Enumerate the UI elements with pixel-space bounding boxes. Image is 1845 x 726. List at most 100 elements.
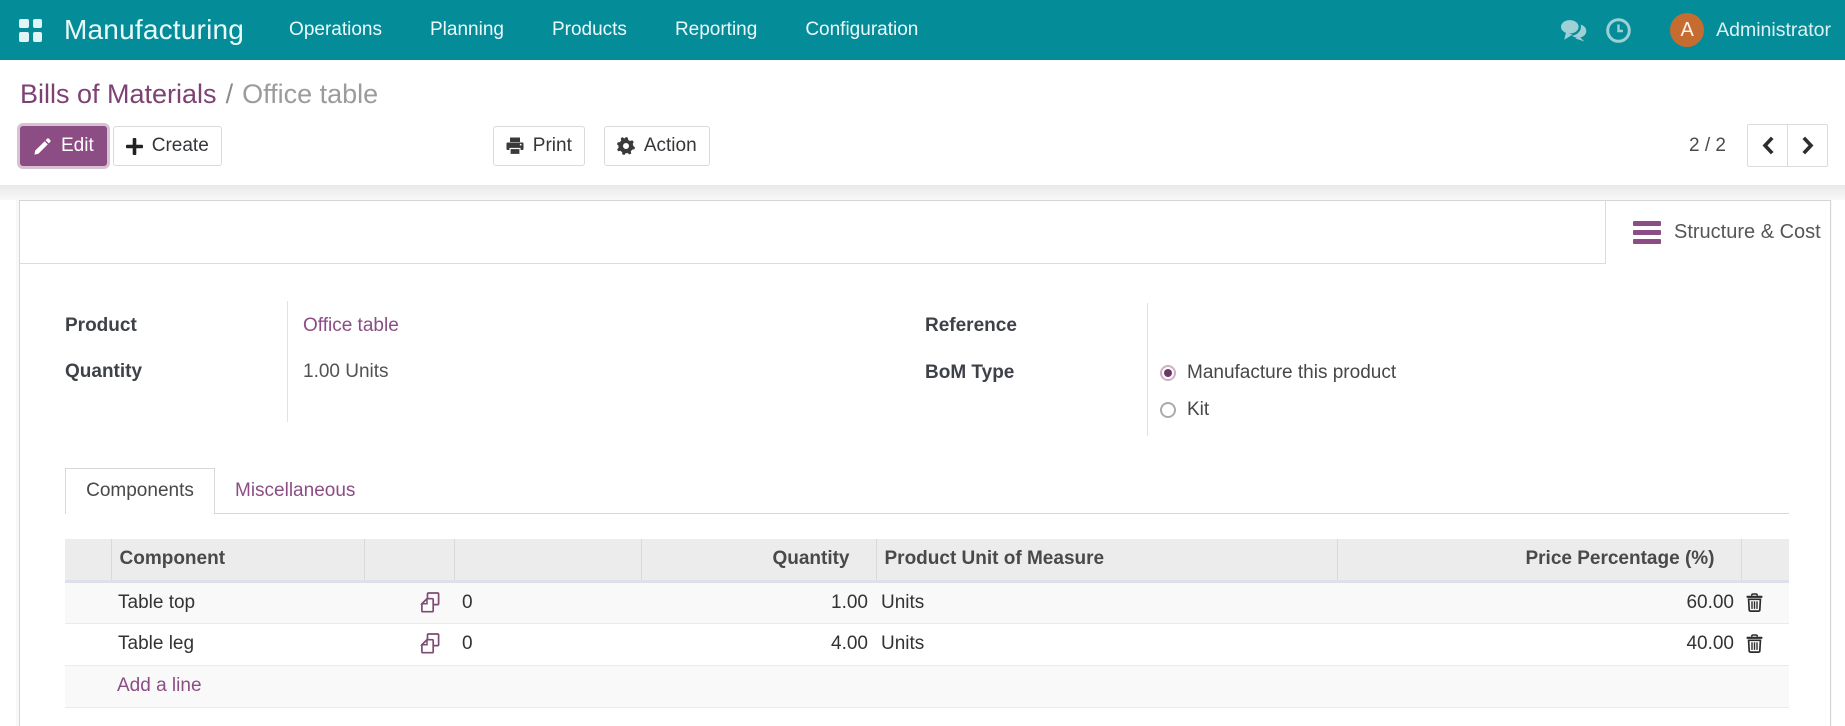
cell-handle [65, 581, 111, 624]
field-quantity: Quantity 1.00 Units [65, 349, 927, 395]
col-quantity[interactable]: Quantity [640, 539, 876, 583]
field-reference: Reference [925, 303, 1789, 349]
chat-bubbles-icon [1559, 17, 1587, 42]
notebook-tabs: Components Miscellaneous [65, 468, 1789, 514]
components-table: Component Quantity Product Unit of Measu… [65, 539, 1789, 708]
grid-square [19, 32, 29, 42]
trash-icon[interactable] [1746, 593, 1763, 612]
reference-label: Reference [925, 315, 1017, 336]
radio-manufacture[interactable]: Manufacture this product [1160, 354, 1396, 391]
col-operations [453, 539, 641, 583]
tab-miscellaneous[interactable]: Miscellaneous [215, 468, 375, 513]
cell-component[interactable]: Table top [111, 581, 364, 624]
pager-counter: 2 / 2 [1689, 135, 1726, 156]
table-header-row: Component Quantity Product Unit of Measu… [65, 539, 1789, 583]
create-button-label: Create [151, 135, 209, 156]
action-button[interactable]: Action [603, 126, 710, 166]
apps-menu-icon[interactable] [19, 18, 42, 42]
button-box: Structure & Cost [20, 201, 1830, 264]
add-line-link[interactable]: Add a line [65, 665, 1789, 708]
gear-icon [616, 137, 635, 155]
create-button[interactable]: Create [112, 126, 222, 166]
col-copy [363, 539, 454, 583]
bom-type-radio-group: Manufacture this product Kit [1147, 349, 1396, 428]
cell-quantity[interactable]: 1.00 [641, 581, 876, 624]
group-right: Reference BoM Type Manufacture this prod… [925, 303, 1789, 428]
plus-icon [125, 137, 143, 155]
cell-uom[interactable]: Units [876, 581, 1337, 624]
action-button-label: Action [643, 135, 697, 156]
print-button-label: Print [532, 135, 572, 156]
col-handle [65, 539, 111, 583]
cell-price[interactable]: 40.00 [1337, 623, 1741, 666]
content-top-shadow [0, 185, 1845, 200]
bom-type-label: BoM Type [925, 362, 1015, 383]
printer-icon [506, 137, 524, 155]
cell-delete [1741, 623, 1789, 666]
form-sheet: Structure & Cost Product Office table Qu… [19, 200, 1831, 726]
menu-configuration[interactable]: Configuration [781, 0, 942, 60]
quantity-value: 1.00 Units [303, 361, 389, 382]
cell-price[interactable]: 60.00 [1337, 581, 1741, 624]
bars-icon [1633, 221, 1661, 244]
cell-operations-count: 0 [454, 623, 641, 666]
breadcrumb-separator: / [225, 79, 234, 109]
radio-kit[interactable]: Kit [1160, 391, 1396, 428]
menu-planning[interactable]: Planning [406, 0, 528, 60]
col-uom[interactable]: Product Unit of Measure [875, 539, 1337, 583]
field-bom-type: BoM Type Manufacture this product Kit [925, 349, 1789, 428]
col-price[interactable]: Price Percentage (%) [1336, 539, 1741, 583]
group-left: Product Office table Quantity 1.00 Units [65, 303, 927, 395]
clock-icon [1606, 17, 1631, 43]
edit-button[interactable]: Edit [20, 126, 107, 166]
add-line-row: Add a line [65, 665, 1789, 708]
product-label: Product [65, 315, 137, 336]
grid-square [32, 32, 42, 42]
chevron-right-icon [1801, 136, 1813, 155]
copy-icon[interactable] [419, 633, 441, 655]
breadcrumb-parent[interactable]: Bills of Materials [20, 79, 217, 109]
table-row[interactable]: Table top 0 1.00 Units 60.00 [65, 581, 1789, 624]
menu-products[interactable]: Products [528, 0, 651, 60]
tab-components[interactable]: Components [65, 468, 215, 514]
structure-cost-label: Structure & Cost [1674, 221, 1821, 243]
cell-component[interactable]: Table leg [111, 623, 364, 666]
cell-operations-count: 0 [454, 581, 641, 624]
print-button[interactable]: Print [492, 126, 585, 166]
user-name[interactable]: Administrator [1716, 19, 1831, 42]
activities-clock-icon[interactable] [1606, 0, 1631, 60]
product-value[interactable]: Office table [287, 315, 399, 337]
cell-quantity[interactable]: 4.00 [641, 623, 876, 666]
trash-icon[interactable] [1746, 634, 1763, 654]
pager-previous-button[interactable] [1747, 124, 1787, 167]
systray: A Administrator [1559, 0, 1845, 60]
messages-icon[interactable] [1559, 0, 1587, 60]
cell-delete [1741, 581, 1789, 624]
control-panel-buttons: Edit Create Print Action [20, 126, 710, 166]
grid-square [19, 18, 29, 28]
copy-icon[interactable] [419, 592, 441, 613]
bar [1633, 239, 1661, 244]
app-name[interactable]: Manufacturing [64, 14, 244, 46]
menu-reporting[interactable]: Reporting [651, 0, 781, 60]
col-component[interactable]: Component [110, 539, 364, 583]
bar [1633, 221, 1661, 226]
chevron-left-icon [1762, 136, 1774, 155]
cell-uom[interactable]: Units [876, 623, 1337, 666]
cell-copy [364, 623, 454, 666]
table-row[interactable]: Table leg 0 4.00 Units 40.00 [65, 623, 1789, 666]
bar [1633, 230, 1661, 235]
grid-square [32, 18, 42, 28]
breadcrumb: Bills of Materials / Office table [20, 74, 378, 114]
main-menu: Operations Planning Products Reporting C… [265, 0, 942, 60]
avatar[interactable]: A [1670, 13, 1705, 47]
pager-buttons [1747, 124, 1828, 167]
cell-handle [65, 623, 111, 666]
pencil-icon [33, 137, 52, 156]
structure-cost-button[interactable]: Structure & Cost [1605, 201, 1830, 264]
radio-unselected-icon [1160, 401, 1176, 418]
pager-next-button[interactable] [1787, 124, 1828, 167]
content-area: Structure & Cost Product Office table Qu… [0, 200, 1845, 726]
menu-operations[interactable]: Operations [265, 0, 406, 60]
radio-selected-icon [1160, 364, 1176, 381]
